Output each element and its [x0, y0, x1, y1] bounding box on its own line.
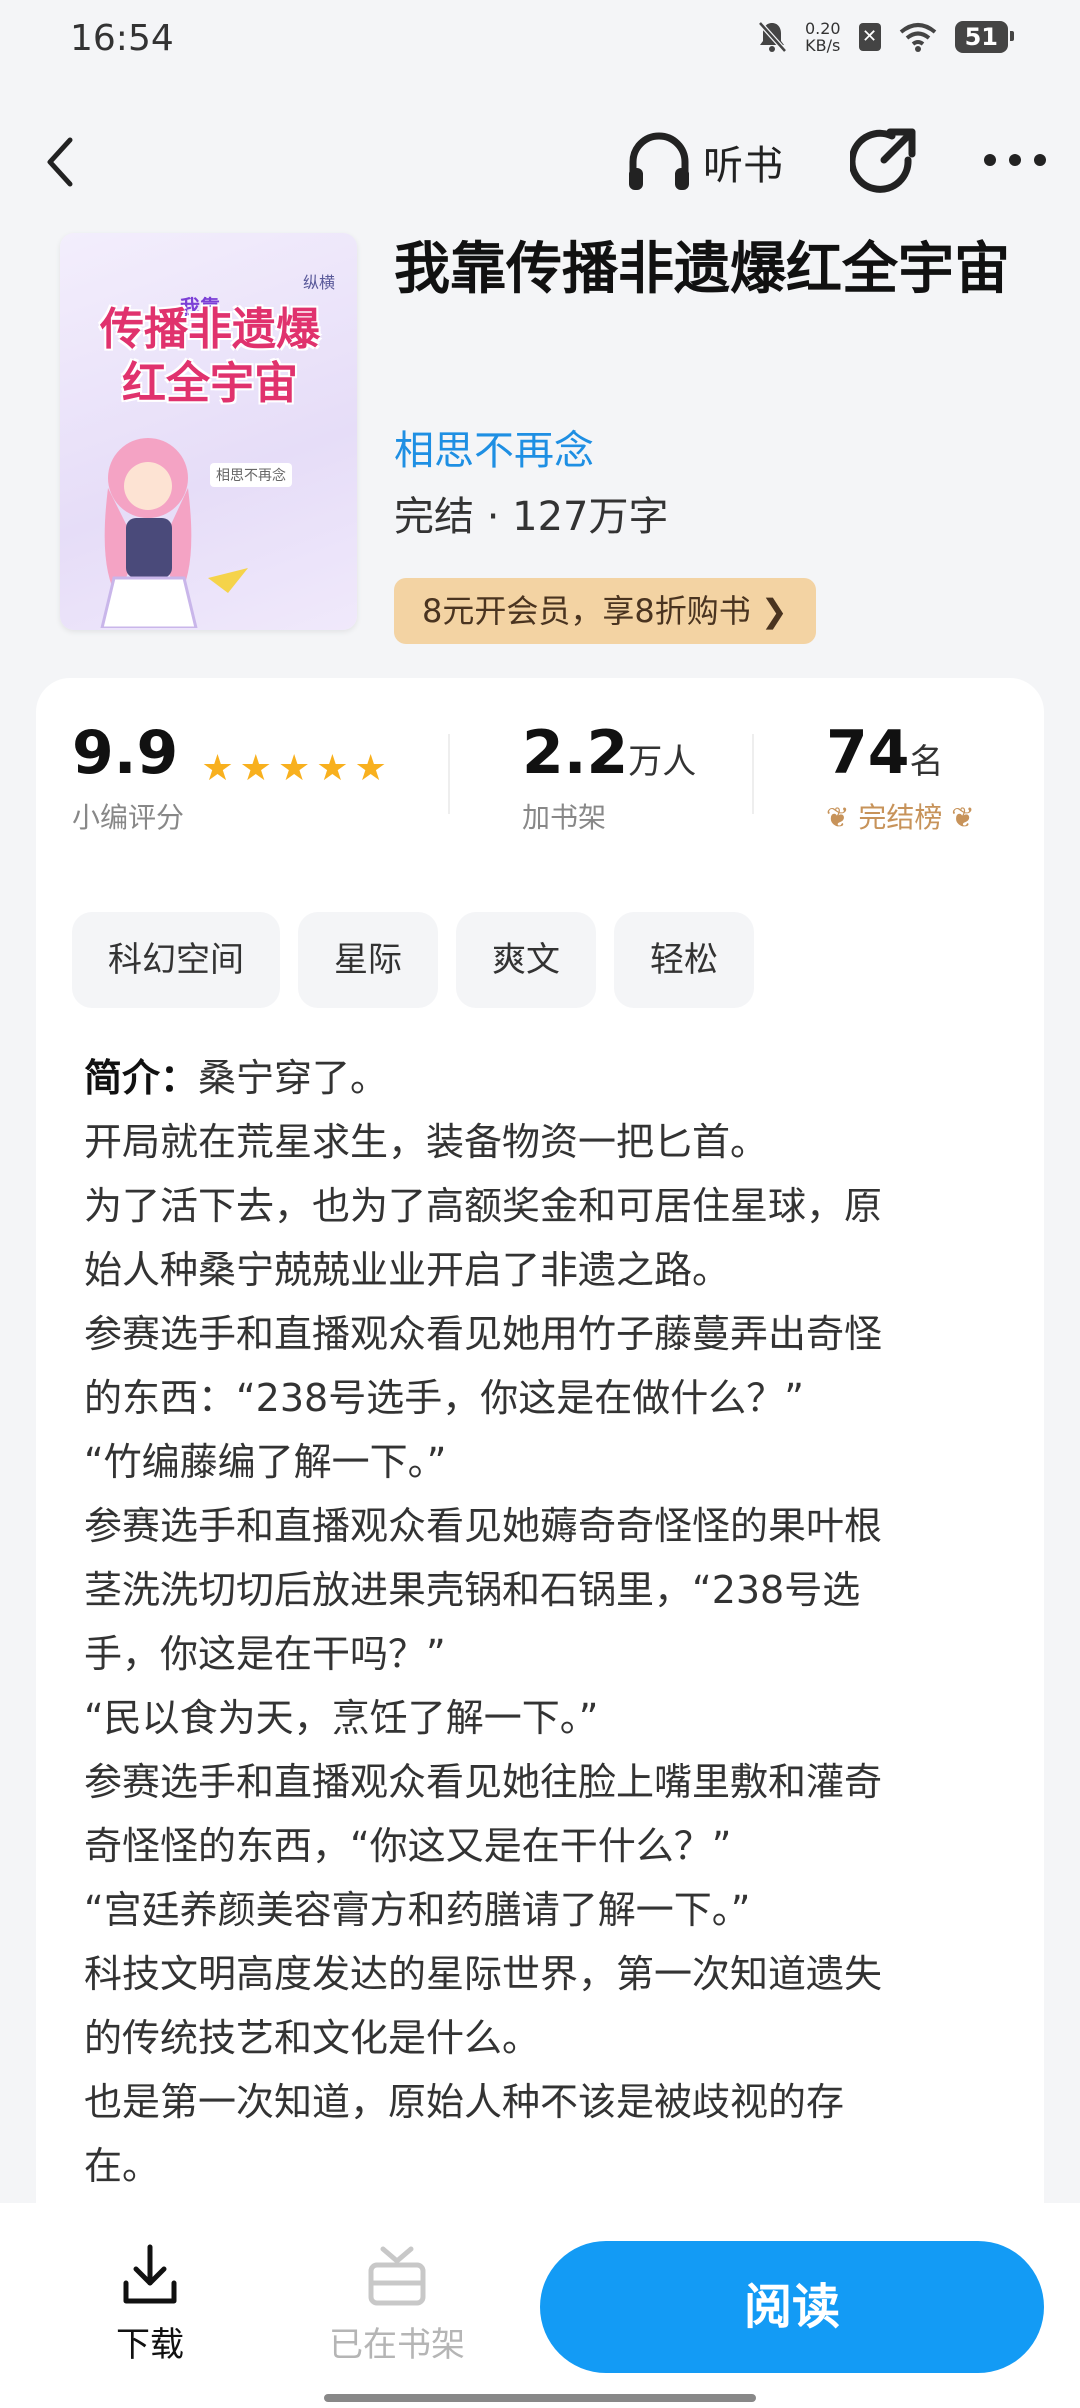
synopsis-line: 的东西：“238号选手，你这是在做什么？” [84, 1376, 804, 1420]
rating-stars: ★ ★ ★ ★ ★ [201, 747, 387, 789]
rating-stat: 9.9 ★ ★ ★ ★ ★ 小编评分 [72, 718, 387, 836]
rank-label-text: 完结榜 [858, 801, 943, 834]
rank-value: 74 [826, 718, 910, 788]
book-author-link[interactable]: 相思不再念 [394, 418, 594, 476]
stats-divider [752, 734, 754, 814]
status-icons: 0.20 KB/s ✕ 51 [757, 20, 1015, 54]
book-title: 我靠传播非遗爆红全宇宙 [394, 237, 1010, 302]
synopsis-line: “民以食为天，烹饪了解一下。” [84, 1696, 599, 1740]
bookshelf-icon [368, 2246, 426, 2306]
synopsis-line: 为了活下去，也为了高额奖金和可居住星球，原 [84, 1184, 883, 1228]
vip-offer-button[interactable]: 8元开会员，享8折购书 ❯ [394, 578, 816, 644]
synopsis-line: 参赛选手和直播观众看见她薅奇奇怪怪的果叶根 [84, 1504, 883, 1548]
laurel-right-icon: ❦ [951, 801, 975, 834]
synopsis-line: 也是第一次知道，原始人种不该是被歧视的存 [84, 2080, 845, 2124]
net-speed-unit: KB/s [805, 36, 841, 55]
synopsis-line: 手，你这是在干吗？” [84, 1632, 446, 1676]
synopsis-line: 科技文明高度发达的星际世界，第一次知道遗失 [84, 1952, 883, 1996]
laurel-left-icon: ❦ [826, 801, 850, 834]
bottom-action-bar: 下载 已在书架 阅读 [0, 2203, 1080, 2408]
wifi-icon [899, 23, 936, 52]
synopsis-line: 参赛选手和直播观众看见她往脸上嘴里敷和灌奇 [84, 1760, 883, 1804]
shelf-stat: 2.2万人 加书架 [522, 718, 696, 836]
sim-x-icon: ✕ [858, 23, 881, 51]
battery-level: 51 [964, 23, 998, 51]
shelf-label: 加书架 [522, 801, 607, 834]
cover-illustration [100, 438, 248, 628]
status-bar: 16:54 0.20 KB/s ✕ 51 [0, 0, 1080, 80]
battery-icon: 51 [954, 21, 1015, 53]
star-icon: ★ [316, 747, 349, 789]
share-icon[interactable] [850, 126, 916, 196]
stats-row: 9.9 ★ ★ ★ ★ ★ 小编评分 2.2万人 加书架 74名 ❦ 完结榜 ❦ [36, 718, 1044, 838]
synopsis-line: 在。 [84, 2144, 161, 2188]
cover-logo: 纵横 [302, 273, 335, 292]
cover-title: 传播非遗爆红全宇宙 [100, 304, 320, 409]
net-speed: 0.20 KB/s [805, 20, 841, 54]
download-button[interactable]: 下载 [100, 2243, 200, 2366]
book-cover[interactable]: 纵横 我靠 传播非遗爆红全宇宙 相思不再念 [60, 233, 357, 630]
synopsis-heading: 简介： [84, 1056, 199, 1100]
download-label: 下载 [116, 2325, 184, 2365]
synopsis-line: “宫廷养颜美容膏方和药膳请了解一下。” [84, 1888, 751, 1932]
star-icon: ★ [354, 747, 387, 789]
synopsis-line: 参赛选手和直播观众看见她用竹子藤蔓弄出奇怪 [84, 1312, 883, 1356]
book-meta: 完结 · 127万字 [394, 494, 669, 540]
bell-muted-icon [758, 21, 787, 53]
tag-chip[interactable]: 爽文 [456, 912, 596, 1008]
tag-chip[interactable]: 科幻空间 [72, 912, 280, 1008]
headphones-icon [629, 132, 689, 190]
rank-unit: 名 [909, 742, 944, 782]
synopsis-line: 茎洗洗切切后放进果壳锅和石锅里，“238号选 [84, 1568, 861, 1612]
top-nav: 听书 [0, 120, 1080, 204]
synopsis-line: 的传统技艺和文化是什么。 [84, 2016, 541, 2060]
status-time: 16:54 [70, 18, 174, 59]
listen-button[interactable]: 听书 [625, 128, 783, 196]
detail-card: 9.9 ★ ★ ★ ★ ★ 小编评分 2.2万人 加书架 74名 ❦ 完结榜 ❦… [36, 678, 1044, 2258]
more-icon[interactable] [980, 140, 1050, 180]
star-icon: ★ [239, 747, 272, 789]
back-icon[interactable] [40, 132, 84, 192]
synopsis-line: 简介：桑宁穿了。 [84, 1046, 1014, 1110]
rating-value: 9.9 [72, 718, 179, 788]
rank-label: ❦ 完结榜 ❦ [826, 796, 975, 836]
star-icon: ★ [277, 747, 311, 789]
shelf-unit: 万人 [628, 742, 697, 782]
rating-label: 小编评分 [72, 801, 185, 834]
on-shelf-label: 已在书架 [329, 2325, 465, 2365]
synopsis-line: 开局就在荒星求生，装备物资一把匕首。 [84, 1120, 769, 1164]
tag-chip[interactable]: 星际 [298, 912, 438, 1008]
cover-author: 相思不再念 [210, 463, 292, 487]
synopsis-text: 桑宁穿了。 [198, 1056, 389, 1100]
tag-chip[interactable]: 轻松 [614, 912, 754, 1008]
rank-stat[interactable]: 74名 ❦ 完结榜 ❦ [826, 718, 975, 836]
star-icon: ★ [201, 747, 234, 789]
synopsis: 简介：桑宁穿了。 开局就在荒星求生，装备物资一把匕首。 为了活下去，也为了高额奖… [84, 1046, 1014, 2198]
synopsis-line: 奇怪怪的东西，“你这又是在干什么？” [84, 1824, 732, 1868]
on-shelf-button[interactable]: 已在书架 [322, 2243, 472, 2366]
download-icon [123, 2244, 177, 2304]
read-button[interactable]: 阅读 [540, 2241, 1044, 2373]
synopsis-line: 始人种桑宁兢兢业业开启了非遗之路。 [84, 1248, 731, 1292]
stats-divider [448, 734, 450, 814]
net-speed-value: 0.20 [804, 19, 841, 38]
synopsis-line: “竹编藤编了解一下。” [84, 1440, 447, 1484]
listen-label: 听书 [703, 143, 783, 189]
home-indicator[interactable] [324, 2394, 756, 2402]
tag-list: 科幻空间 星际 爽文 轻松 [72, 912, 754, 1008]
shelf-value: 2.2 [522, 718, 629, 788]
